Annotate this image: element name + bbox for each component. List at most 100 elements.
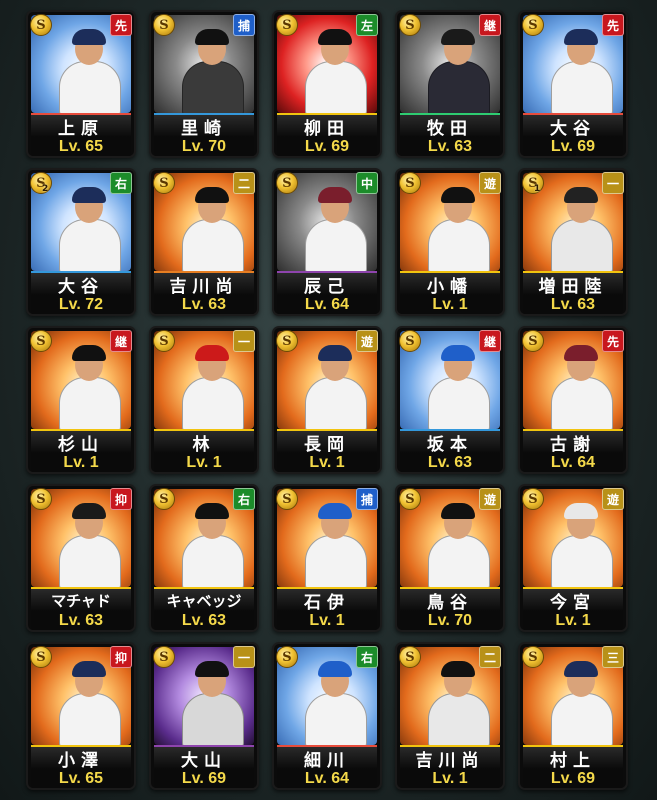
- player-level: Lv. 1: [154, 453, 254, 472]
- player-figure-icon: [182, 345, 244, 429]
- player-card[interactable]: S 右キャベッジ Lv. 63: [149, 484, 259, 632]
- player-figure-icon: [428, 29, 490, 113]
- player-card[interactable]: S 継杉山 Lv. 1: [26, 326, 136, 474]
- player-card[interactable]: S 先大谷 Lv. 69: [518, 10, 628, 158]
- position-badge: 中: [356, 172, 378, 194]
- position-badge: 一: [233, 330, 255, 352]
- position-badge: 二: [479, 646, 501, 668]
- player-card[interactable]: S 捕石伊 Lv. 1: [272, 484, 382, 632]
- player-figure-icon: [182, 29, 244, 113]
- player-card[interactable]: S 一大山 Lv. 69: [149, 642, 259, 790]
- position-badge: 右: [110, 172, 132, 194]
- player-figure-icon: [305, 187, 367, 271]
- player-name: 辰己: [277, 271, 377, 297]
- position-badge: 二: [233, 172, 255, 194]
- player-level: Lv. 72: [31, 295, 131, 314]
- player-name: 古謝: [523, 429, 623, 455]
- player-card[interactable]: S 2 右大谷 Lv. 72: [26, 168, 136, 316]
- player-card[interactable]: S 継牧田 Lv. 63: [395, 10, 505, 158]
- player-level: Lv. 63: [400, 137, 500, 156]
- player-card[interactable]: S 三村上 Lv. 69: [518, 642, 628, 790]
- player-name: 大谷: [523, 113, 623, 139]
- player-card[interactable]: S 中辰己 Lv. 64: [272, 168, 382, 316]
- player-level: Lv. 69: [277, 137, 377, 156]
- player-level: Lv. 1: [277, 453, 377, 472]
- player-level: Lv. 63: [523, 295, 623, 314]
- player-figure-icon: [182, 661, 244, 745]
- player-name: 吉川尚: [400, 745, 500, 771]
- player-name: 上原: [31, 113, 131, 139]
- player-name: 里崎: [154, 113, 254, 139]
- player-card[interactable]: S 遊鳥谷 Lv. 70: [395, 484, 505, 632]
- s-rank-coin-icon: S: [30, 172, 52, 194]
- player-card[interactable]: S 捕里崎 Lv. 70: [149, 10, 259, 158]
- player-figure-icon: [551, 29, 613, 113]
- s-rank-coin-icon: S: [30, 14, 52, 36]
- player-level: Lv. 1: [400, 769, 500, 788]
- s-rank-coin-icon: S: [276, 646, 298, 668]
- player-card[interactable]: S 遊長岡 Lv. 1: [272, 326, 382, 474]
- player-name: 林: [154, 429, 254, 455]
- player-card[interactable]: S 1 一増田陸 Lv. 63: [518, 168, 628, 316]
- player-card[interactable]: S 抑マチャド Lv. 63: [26, 484, 136, 632]
- player-figure-icon: [305, 29, 367, 113]
- player-figure-icon: [428, 187, 490, 271]
- position-badge: 左: [356, 14, 378, 36]
- player-figure-icon: [182, 187, 244, 271]
- s-rank-coin-icon: S: [522, 172, 544, 194]
- player-figure-icon: [428, 661, 490, 745]
- player-name: 小澤: [31, 745, 131, 771]
- player-figure-icon: [551, 503, 613, 587]
- player-card[interactable]: S 先古謝 Lv. 64: [518, 326, 628, 474]
- player-level: Lv. 63: [154, 295, 254, 314]
- s-rank-coin-icon: S: [30, 488, 52, 510]
- player-card[interactable]: S 遊小幡 Lv. 1: [395, 168, 505, 316]
- player-level: Lv. 69: [523, 769, 623, 788]
- player-level: Lv. 65: [31, 769, 131, 788]
- player-card[interactable]: S 左柳田 Lv. 69: [272, 10, 382, 158]
- player-card[interactable]: S 先上原 Lv. 65: [26, 10, 136, 158]
- player-name: 細川: [277, 745, 377, 771]
- position-badge: 先: [110, 14, 132, 36]
- player-card[interactable]: S 抑小澤 Lv. 65: [26, 642, 136, 790]
- position-badge: 遊: [479, 488, 501, 510]
- s-rank-coin-icon: S: [30, 646, 52, 668]
- position-badge: 右: [356, 646, 378, 668]
- player-card[interactable]: S 一林 Lv. 1: [149, 326, 259, 474]
- position-badge: 先: [602, 14, 624, 36]
- player-figure-icon: [428, 345, 490, 429]
- s-rank-coin-icon: S: [399, 14, 421, 36]
- position-badge: 三: [602, 646, 624, 668]
- player-card-grid: S 先上原 Lv. 65 S 捕里崎 Lv. 70 S 左柳田 Lv. 69 S 継牧田 Lv. 63…: [26, 10, 628, 790]
- player-name: 長岡: [277, 429, 377, 455]
- player-name: 吉川尚: [154, 271, 254, 297]
- player-level: Lv. 63: [31, 611, 131, 630]
- player-card[interactable]: S 二吉川尚 Lv. 63: [149, 168, 259, 316]
- s-rank-coin-icon: S: [276, 14, 298, 36]
- position-badge: 継: [110, 330, 132, 352]
- s-rank-coin-icon: S: [276, 330, 298, 352]
- player-figure-icon: [551, 187, 613, 271]
- position-badge: 継: [479, 330, 501, 352]
- player-level: Lv. 1: [523, 611, 623, 630]
- player-level: Lv. 70: [400, 611, 500, 630]
- s-rank-coin-icon: S: [153, 330, 175, 352]
- position-badge: 右: [233, 488, 255, 510]
- player-name: マチャド: [31, 587, 131, 611]
- player-name: 増田陸: [523, 271, 623, 297]
- position-badge: 先: [602, 330, 624, 352]
- player-figure-icon: [305, 345, 367, 429]
- player-card[interactable]: S 遊今宮 Lv. 1: [518, 484, 628, 632]
- player-level: Lv. 1: [31, 453, 131, 472]
- player-level: Lv. 1: [400, 295, 500, 314]
- player-card[interactable]: S 継坂本 Lv. 63: [395, 326, 505, 474]
- player-card[interactable]: S 右細川 Lv. 64: [272, 642, 382, 790]
- s-rank-coin-icon: S: [399, 488, 421, 510]
- player-card[interactable]: S 二吉川尚 Lv. 1: [395, 642, 505, 790]
- s-rank-coin-icon: S: [399, 646, 421, 668]
- player-name: 大山: [154, 745, 254, 771]
- position-badge: 遊: [356, 330, 378, 352]
- position-badge: 一: [602, 172, 624, 194]
- position-badge: 捕: [356, 488, 378, 510]
- s-rank-coin-icon: S: [153, 172, 175, 194]
